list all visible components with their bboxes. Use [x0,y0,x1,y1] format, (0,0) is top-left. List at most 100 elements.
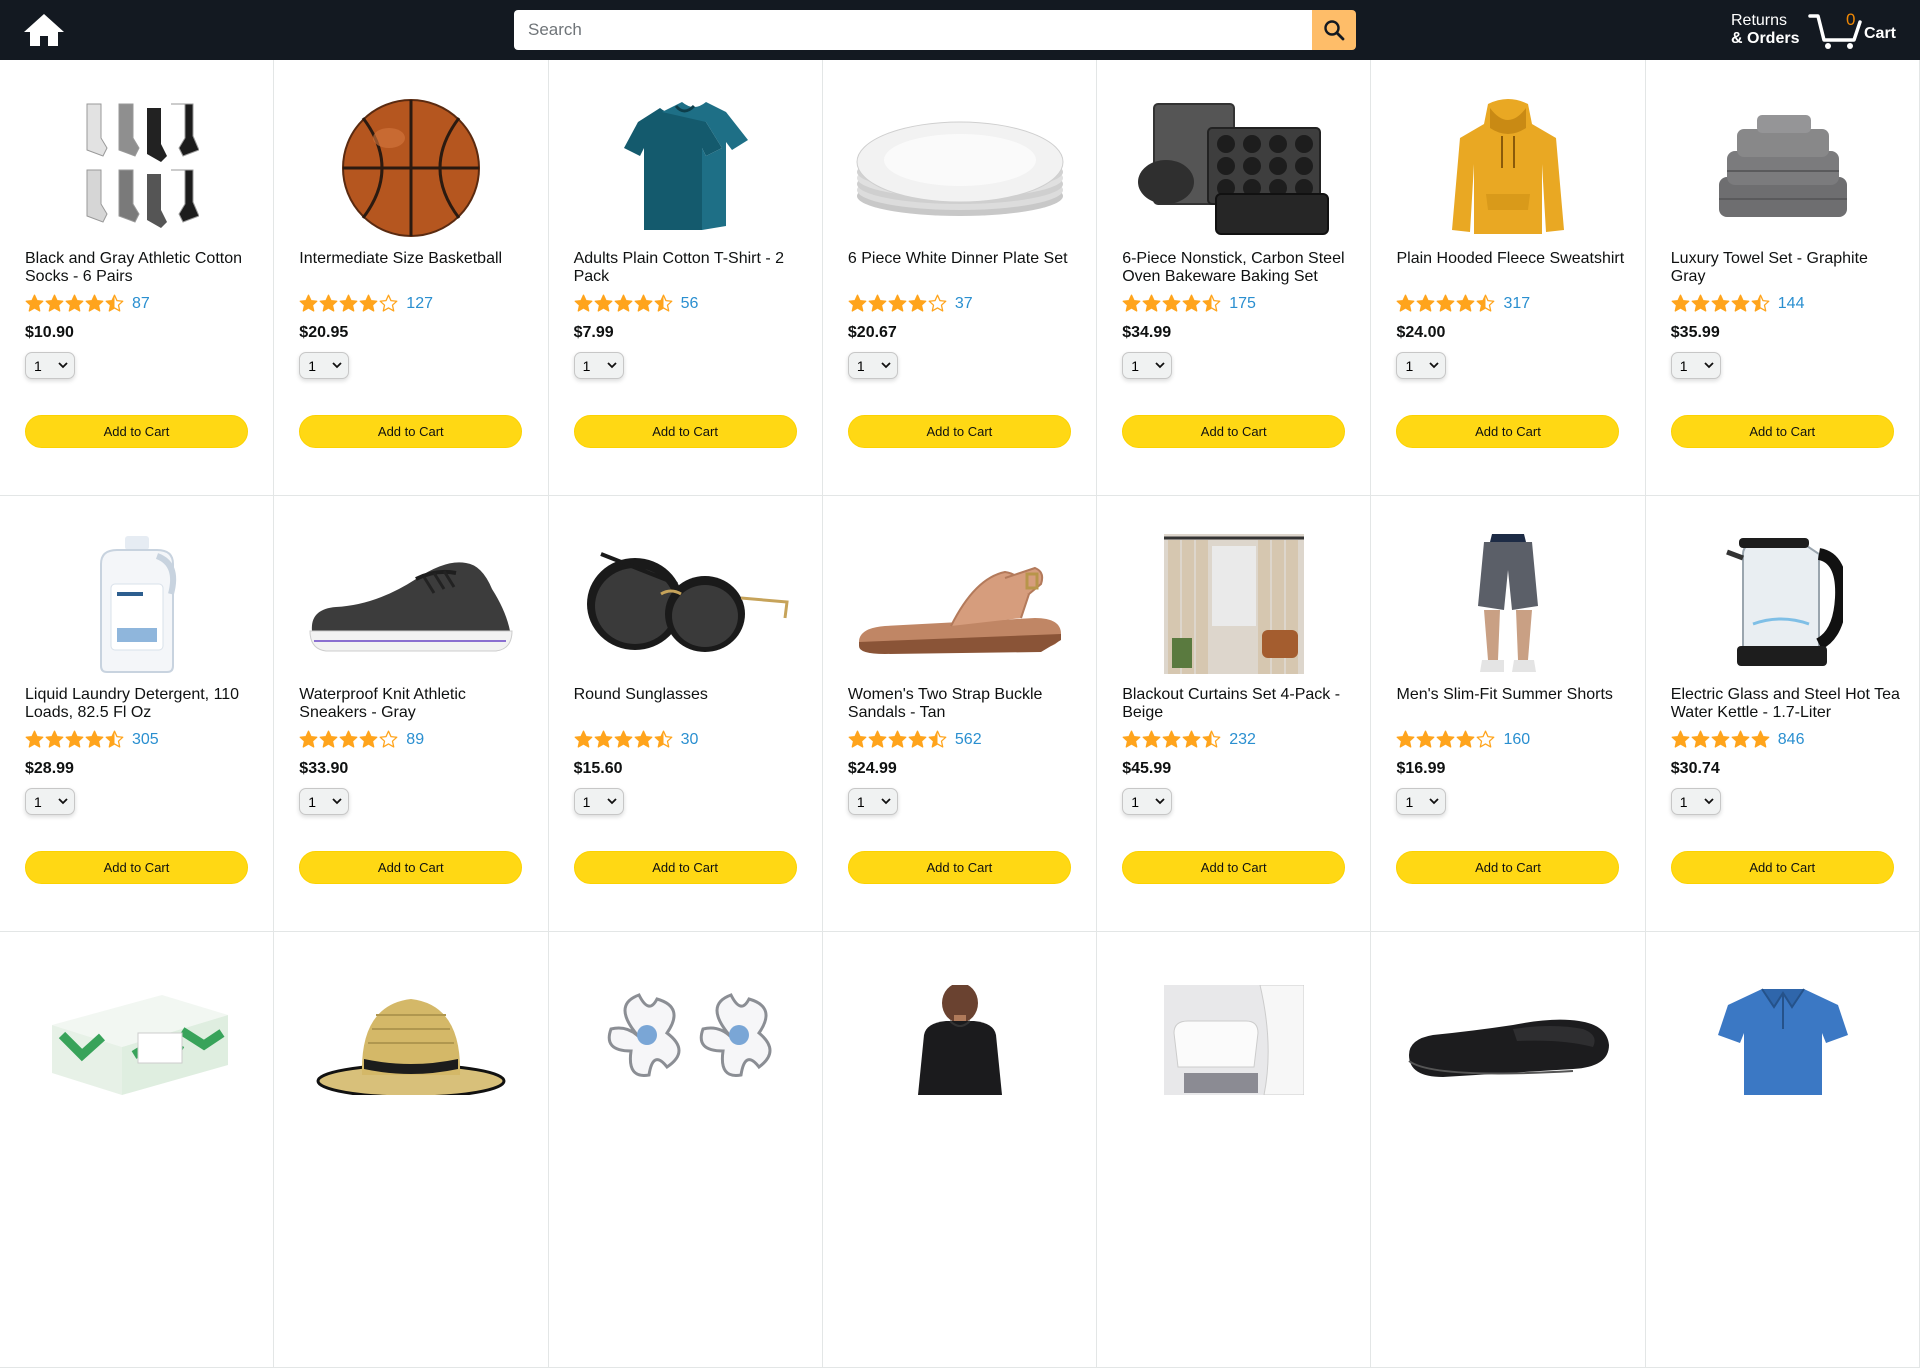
curtains-image[interactable] [1164,534,1305,674]
detergent-product-image[interactable] [25,534,249,674]
cart-link[interactable]: 0 Cart [1808,8,1908,52]
flats-image[interactable] [1403,995,1613,1085]
quantity-select[interactable]: 1 [299,788,350,815]
quantity-select[interactable]: 1 [573,788,624,815]
product-title[interactable]: Plain Hooded Fleece Sweatshirt [1396,250,1626,268]
add-to-cart-button[interactable]: Add to Cart [299,415,523,448]
search-input[interactable] [514,10,1312,50]
straw-hat-product-image[interactable] [299,970,523,1110]
review-count-link[interactable]: 30 [681,731,699,749]
sunglasses-image[interactable] [581,534,791,674]
review-count-link[interactable]: 305 [132,731,159,749]
add-to-cart-button[interactable]: Add to Cart [299,851,523,884]
add-to-cart-button[interactable]: Add to Cart [1122,851,1346,884]
product-title[interactable]: 6 Piece White Dinner Plate Set [848,250,1078,268]
search-button[interactable] [1312,10,1356,50]
quantity-select[interactable]: 1 [847,788,898,815]
sandal-product-image[interactable] [848,534,1072,674]
quantity-select[interactable]: 1 [1122,788,1173,815]
add-to-cart-button[interactable]: Add to Cart [573,415,797,448]
basketball-product-image[interactable] [299,98,523,238]
shorts-product-image[interactable] [1396,534,1620,674]
home-icon[interactable] [22,12,66,48]
sweater-product-image[interactable] [848,970,1072,1110]
earrings-product-image[interactable] [574,970,798,1110]
hoodie-image[interactable] [1448,98,1568,238]
plates-product-image[interactable] [848,98,1072,238]
add-to-cart-button[interactable]: Add to Cart [847,415,1071,448]
product-title[interactable]: Blackout Curtains Set 4-Pack - Beige [1122,686,1352,722]
quantity-select[interactable]: 1 [25,788,75,815]
socks-product-image[interactable] [25,98,249,238]
product-title[interactable]: Adults Plain Cotton T-Shirt - 2 Pack [574,250,804,286]
product-title[interactable]: Round Sunglasses [574,686,804,704]
review-count-link[interactable]: 160 [1503,731,1530,749]
review-count-link[interactable]: 56 [681,295,699,313]
polo-image[interactable] [1717,985,1848,1095]
curtains-product-image[interactable] [1122,534,1346,674]
product-title[interactable]: Black and Gray Athletic Cotton Socks - 6… [25,250,255,286]
add-to-cart-button[interactable]: Add to Cart [1396,415,1620,448]
review-count-link[interactable]: 562 [955,731,982,749]
kettle-image[interactable] [1723,534,1843,674]
towels-product-image[interactable] [1671,98,1895,238]
quantity-select[interactable]: 1 [1670,788,1721,815]
product-title[interactable]: Waterproof Knit Athletic Sneakers - Gray [299,686,529,722]
product-title[interactable]: Women's Two Strap Buckle Sandals - Tan [848,686,1078,722]
bakeware-image[interactable] [1136,98,1332,238]
plates-image[interactable] [855,118,1065,218]
returns-orders-link[interactable]: Returns & Orders [1731,12,1799,48]
product-title[interactable]: Electric Glass and Steel Hot Tea Water K… [1671,686,1901,722]
flats-product-image[interactable] [1396,970,1620,1110]
towels-image[interactable] [1713,113,1853,223]
hoodie-product-image[interactable] [1396,98,1620,238]
socks-image[interactable] [75,100,199,236]
tshirt-product-image[interactable] [574,98,798,238]
add-to-cart-button[interactable]: Add to Cart [1670,415,1894,448]
quantity-select[interactable]: 1 [299,352,350,379]
review-count-link[interactable]: 37 [955,295,973,313]
shorts-image[interactable] [1468,534,1548,674]
review-count-link[interactable]: 144 [1778,295,1805,313]
review-count-link[interactable]: 87 [132,295,150,313]
add-to-cart-button[interactable]: Add to Cart [1396,851,1620,884]
tissues-image[interactable] [42,985,232,1095]
product-title[interactable]: 6-Piece Nonstick, Carbon Steel Oven Bake… [1122,250,1352,286]
product-title[interactable]: Intermediate Size Basketball [299,250,529,268]
add-to-cart-button[interactable]: Add to Cart [1670,851,1894,884]
tshirt-image[interactable] [618,98,754,238]
review-count-link[interactable]: 317 [1503,295,1530,313]
product-title[interactable]: Luxury Towel Set - Graphite Gray [1671,250,1901,286]
sandal-image[interactable] [855,554,1065,654]
bakeware-product-image[interactable] [1122,98,1346,238]
review-count-link[interactable]: 232 [1229,731,1256,749]
sunglasses-product-image[interactable] [574,534,798,674]
review-count-link[interactable]: 175 [1229,295,1256,313]
basketball-image[interactable] [341,98,481,238]
detergent-image[interactable] [87,534,187,674]
review-count-link[interactable]: 127 [406,295,433,313]
bath-mat-image[interactable] [1164,985,1305,1095]
quantity-select[interactable]: 1 [1670,352,1721,379]
add-to-cart-button[interactable]: Add to Cart [25,415,248,448]
kettle-product-image[interactable] [1671,534,1895,674]
quantity-select[interactable]: 1 [1396,352,1447,379]
quantity-select[interactable]: 1 [1122,352,1173,379]
review-count-link[interactable]: 846 [1778,731,1805,749]
quantity-select[interactable]: 1 [25,352,75,379]
review-count-link[interactable]: 89 [406,731,424,749]
polo-product-image[interactable] [1671,970,1895,1110]
bath-mat-product-image[interactable] [1122,970,1346,1110]
product-title[interactable]: Men's Slim-Fit Summer Shorts [1396,686,1626,704]
add-to-cart-button[interactable]: Add to Cart [573,851,797,884]
sweater-image[interactable] [910,985,1010,1095]
sneaker-image[interactable] [306,549,516,659]
quantity-select[interactable]: 1 [573,352,624,379]
earrings-image[interactable] [591,985,781,1095]
straw-hat-image[interactable] [316,985,506,1095]
quantity-select[interactable]: 1 [1396,788,1447,815]
product-title[interactable]: Liquid Laundry Detergent, 110 Loads, 82.… [25,686,255,722]
quantity-select[interactable]: 1 [847,352,898,379]
sneaker-product-image[interactable] [299,534,523,674]
add-to-cart-button[interactable]: Add to Cart [1122,415,1346,448]
